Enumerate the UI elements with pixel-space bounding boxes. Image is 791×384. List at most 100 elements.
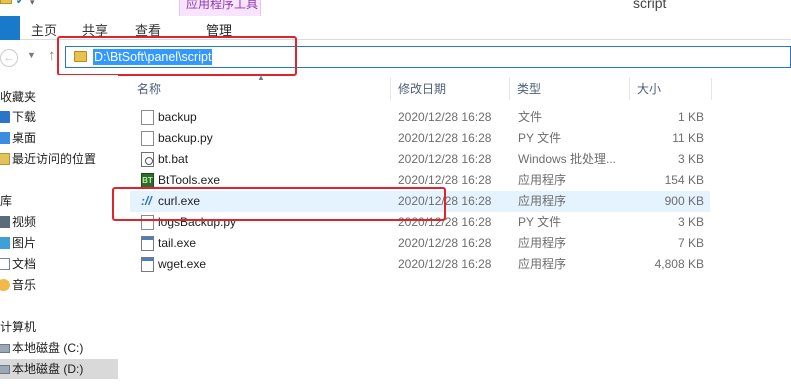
file-row[interactable]: backup.py 2020/12/28 16:28 PY 文件 11 KB (130, 128, 710, 149)
file-type: 应用程序 (518, 236, 567, 250)
nav-videos[interactable]: 视频 (0, 212, 118, 232)
nav-recent-label: 最近访问的位置 (12, 152, 97, 166)
file-name: backup (158, 110, 197, 124)
file-name: backup.py (158, 131, 213, 145)
nav-drive-c-label: 本地磁盘 (C:) (12, 341, 84, 355)
address-bar[interactable]: D:\BtSoft\panel\script (65, 46, 791, 68)
drive-icon (0, 344, 10, 353)
curl-app-icon: :// (141, 194, 152, 208)
download-folder-icon (0, 111, 10, 123)
desktop-folder-icon (0, 132, 10, 144)
tab-view[interactable]: 查看 (135, 20, 161, 39)
address-path[interactable]: D:\BtSoft\panel\script (93, 49, 213, 65)
file-date: 2020/12/28 16:28 (398, 173, 492, 187)
file-name: bt.bat (158, 152, 189, 166)
file-row[interactable]: backup 2020/12/28 16:28 文件 1 KB (130, 107, 710, 128)
window-title: script (633, 0, 667, 11)
nav-documents-label: 文档 (12, 257, 37, 271)
nav-downloads[interactable]: 下载 (0, 107, 118, 127)
nav-pictures[interactable]: 图片 (0, 233, 118, 253)
file-date: 2020/12/28 16:28 (398, 215, 492, 229)
nav-pictures-label: 图片 (12, 236, 37, 250)
batch-file-icon (141, 152, 154, 167)
tab-manage[interactable]: 管理 (206, 20, 232, 39)
chevron-down-icon[interactable]: ▾ (30, 0, 35, 8)
nav-desktop-label: 桌面 (12, 131, 37, 145)
up-arrow-icon[interactable]: ↑ (48, 47, 56, 64)
file-type: PY 文件 (518, 131, 562, 145)
nav-recent[interactable]: 最近访问的位置 (0, 149, 118, 169)
nav-libraries-label: 库 (0, 194, 13, 208)
file-row[interactable]: logsBackup.py 2020/12/28 16:28 PY 文件 3 K… (130, 212, 710, 233)
column-header-date[interactable]: 修改日期 (391, 78, 510, 100)
file-date: 2020/12/28 16:28 (398, 110, 492, 124)
file-name: BtTools.exe (158, 173, 221, 187)
file-size: 154 KB (664, 173, 704, 187)
file-row[interactable]: bt.bat 2020/12/28 16:28 Windows 批处理... 3… (130, 149, 710, 170)
nav-drive-d[interactable]: 本地磁盘 (D:) (0, 359, 118, 379)
python-file-icon (141, 131, 154, 146)
file-type: 应用程序 (518, 257, 567, 271)
generic-file-icon (141, 110, 154, 125)
navigation-bar: ← ▼ ↑ D:\BtSoft\panel\script (0, 41, 791, 75)
videos-library-icon (0, 216, 10, 228)
file-size: 900 KB (664, 194, 704, 208)
bttools-app-icon: BT (141, 173, 154, 188)
documents-library-icon (0, 258, 10, 270)
file-type: PY 文件 (518, 215, 562, 229)
nav-downloads-label: 下载 (12, 110, 37, 124)
column-header-row: 名称 修改日期 类型 大小 (130, 78, 712, 100)
python-file-icon (141, 215, 154, 230)
file-row[interactable]: :// curl.exe 2020/12/28 16:28 应用程序 900 K… (130, 191, 710, 212)
nav-desktop[interactable]: 桌面 (0, 128, 118, 148)
file-type: 文件 (518, 110, 543, 124)
file-name: logsBackup.py (158, 215, 237, 229)
file-row[interactable]: wget.exe 2020/12/28 16:28 应用程序 4,808 KB (130, 254, 710, 275)
column-header-size[interactable]: 大小 (630, 78, 712, 100)
file-size: 11 KB (672, 131, 704, 145)
file-date: 2020/12/28 16:28 (398, 236, 492, 250)
column-header-type[interactable]: 类型 (510, 78, 630, 100)
file-date: 2020/12/28 16:28 (398, 194, 492, 208)
file-date: 2020/12/28 16:28 (398, 131, 492, 145)
file-date: 2020/12/28 16:28 (398, 152, 492, 166)
drive-icon (0, 365, 10, 374)
column-header-name[interactable]: 名称 (130, 78, 391, 100)
nav-drive-c[interactable]: 本地磁盘 (C:) (0, 338, 118, 358)
nav-documents[interactable]: 文档 (0, 254, 118, 274)
file-type: Windows 批处理... (518, 152, 617, 166)
file-size: 4,808 KB (654, 257, 704, 271)
file-date: 2020/12/28 16:28 (398, 257, 492, 271)
contextual-tab-label: 应用程序工具 (186, 0, 259, 11)
folder-icon[interactable] (0, 0, 12, 4)
history-dropdown-icon[interactable]: ▼ (27, 50, 36, 60)
nav-favorites-label: 收藏夹 (0, 90, 37, 104)
folder-icon (74, 51, 87, 62)
app-exe-icon (141, 236, 154, 251)
nav-music-label: 音乐 (12, 278, 37, 292)
file-size: 3 KB (677, 152, 704, 166)
file-tab[interactable] (0, 16, 20, 40)
nav-music[interactable]: 音乐 (0, 275, 118, 295)
file-row[interactable]: BT BtTools.exe 2020/12/28 16:28 应用程序 154… (130, 170, 710, 191)
tab-share[interactable]: 共享 (82, 20, 108, 39)
pictures-library-icon (0, 237, 10, 249)
navigation-pane: 收藏夹 下载 桌面 最近访问的位置 库 视频 图片 文档 音乐 计算机 本地磁盘… (0, 75, 118, 384)
nav-videos-label: 视频 (12, 215, 37, 229)
file-type: 应用程序 (518, 194, 567, 208)
file-size: 3 KB (677, 215, 704, 229)
file-type: 应用程序 (518, 173, 567, 187)
file-name: wget.exe (158, 257, 207, 271)
app-exe-icon (141, 257, 154, 272)
properties-check-icon[interactable]: ✔ (16, 0, 24, 7)
title-bar: ✔ ▾ script (0, 0, 791, 16)
ribbon: 主页 共享 查看 管理 (0, 16, 791, 40)
recent-places-icon (0, 153, 10, 165)
back-icon[interactable]: ← (0, 49, 18, 67)
file-name: curl.exe (158, 194, 201, 208)
file-name: tail.exe (158, 236, 197, 250)
tab-home[interactable]: 主页 (31, 20, 57, 39)
nav-computer-label: 计算机 (0, 320, 37, 334)
nav-drive-d-label: 本地磁盘 (D:) (12, 362, 84, 376)
file-row[interactable]: tail.exe 2020/12/28 16:28 应用程序 7 KB (130, 233, 710, 254)
